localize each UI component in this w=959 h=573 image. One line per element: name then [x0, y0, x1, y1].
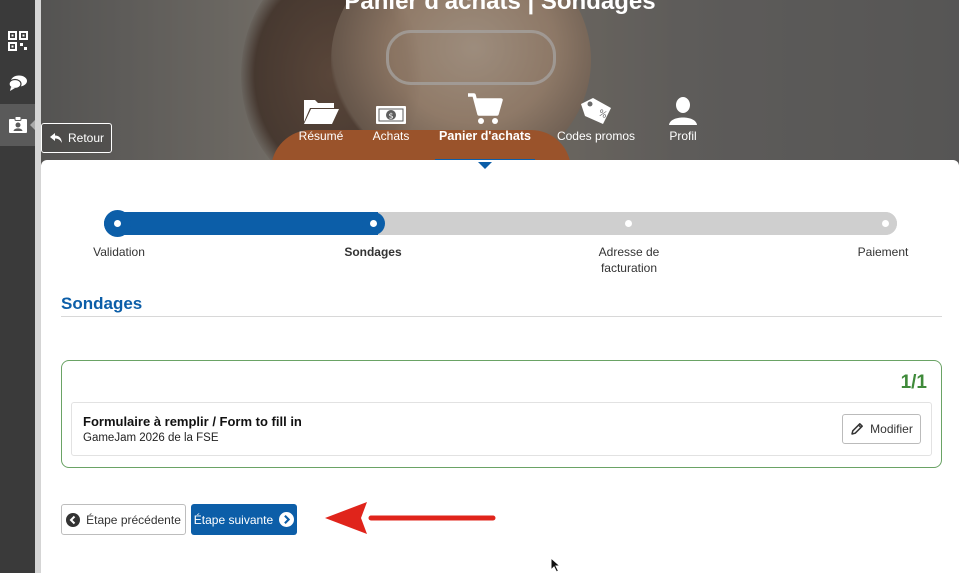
step-label-sondages: Sondages: [344, 245, 402, 259]
survey-box: 1/1 Formulaire à remplir / Form to fill …: [61, 360, 942, 468]
tab-label: Achats: [372, 129, 410, 143]
tab-label: Profil: [669, 129, 697, 143]
survey-name: Formulaire à remplir / Form to fill in: [83, 414, 302, 429]
step-label-facturation: Adresse de facturation: [569, 244, 689, 276]
circle-arrow-right-icon: [279, 512, 295, 527]
active-tab-caret: [478, 162, 492, 169]
next-step-label: Étape suivante: [193, 512, 274, 527]
mouse-cursor: [550, 557, 562, 573]
tab-achats[interactable]: $ Achats: [366, 92, 416, 162]
next-step-button[interactable]: Étape suivante: [191, 504, 297, 535]
tab-label: Codes promos: [556, 129, 636, 143]
previous-step-label: Étape précédente: [86, 512, 181, 527]
section-divider: [61, 316, 942, 317]
step-label-validation: Validation: [93, 245, 145, 259]
step-label-paiement: Paiement: [857, 245, 909, 259]
section-title: Sondages: [61, 294, 143, 313]
previous-step-button[interactable]: Étape précédente: [61, 504, 186, 535]
qr-code-icon: [7, 31, 28, 51]
progress-fill: [104, 212, 378, 235]
chat-bubbles-icon: [7, 75, 27, 91]
money-bill-icon: $: [376, 106, 406, 124]
tab-profil[interactable]: Profil: [663, 92, 703, 162]
shopping-cart-icon: [468, 93, 503, 124]
tab-resume[interactable]: Résumé: [293, 92, 349, 162]
step-label-line: Adresse de: [598, 245, 660, 259]
pencil-icon: [851, 423, 864, 435]
tag-icon: %: [581, 98, 611, 124]
modify-button-label: Modifier: [870, 422, 913, 436]
sidebar-item-qr[interactable]: [0, 20, 35, 62]
hero-banner: Panier d'achats | Sondages Résumé $ Acha: [41, 0, 959, 170]
back-button[interactable]: Retour: [41, 123, 112, 153]
folder-open-icon: [304, 100, 339, 124]
page-title: Panier d'achats | Sondages: [344, 0, 656, 15]
step-dot-sondages: [362, 212, 385, 235]
svg-text:$: $: [388, 112, 393, 121]
step-dot-facturation: [617, 212, 640, 235]
sidebar-item-registration[interactable]: [0, 104, 36, 146]
tab-label: Résumé: [298, 129, 344, 143]
step-dot-validation: [106, 212, 129, 235]
survey-row: Formulaire à remplir / Form to fill in G…: [71, 402, 932, 456]
back-button-label: Retour: [67, 131, 105, 145]
survey-event: GameJam 2026 de la FSE: [83, 432, 219, 444]
id-card-icon: [8, 116, 27, 133]
step-dot-paiement: [874, 212, 897, 235]
tab-panier[interactable]: Panier d'achats: [435, 92, 535, 162]
circle-arrow-left-icon: [66, 512, 81, 527]
annotation-arrow: [325, 502, 496, 534]
survey-count: 1/1: [900, 372, 927, 393]
tab-codes-promos[interactable]: % Codes promos: [555, 92, 637, 162]
main-card: Validation Sondages Adresse de facturati…: [41, 160, 959, 573]
step-label-line: facturation: [600, 261, 658, 275]
modify-button[interactable]: Modifier: [842, 414, 921, 444]
left-sidebar: [0, 0, 36, 573]
sidebar-item-chat[interactable]: [0, 62, 35, 104]
main-tabs: Résumé $ Achats Panier d'achats % Codes …: [41, 92, 959, 169]
tab-label: Panier d'achats: [439, 129, 531, 143]
arrow-back-icon: [49, 133, 62, 143]
user-icon: [669, 97, 697, 125]
